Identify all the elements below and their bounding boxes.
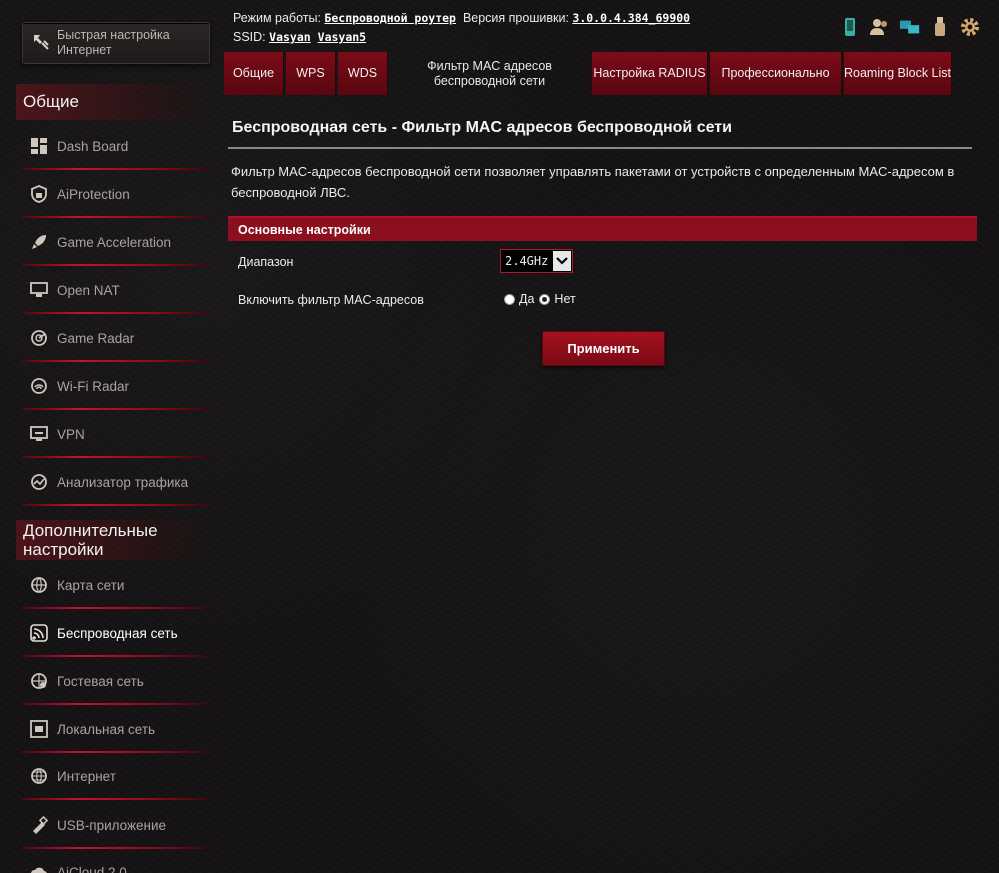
operation-mode-link[interactable]: Беспроводной роутер	[324, 11, 456, 25]
header-info: Режим работы: Беспроводной роутер Версия…	[233, 9, 690, 47]
band-select-value: 2.4GHz	[505, 254, 549, 268]
guest-network-icon	[28, 670, 50, 692]
radio-no[interactable]	[539, 293, 551, 305]
operation-mode-label: Режим работы:	[233, 11, 321, 25]
title-divider	[228, 147, 972, 149]
mac-filter-label: Включить фильтр MAC-адресов	[238, 293, 424, 307]
open-nat-icon	[28, 279, 50, 301]
cloud-icon	[28, 861, 50, 873]
radio-yes[interactable]	[504, 293, 515, 305]
sidebar-item-game-radar[interactable]: Game Radar	[22, 318, 210, 362]
tab-mac-filter[interactable]: Фильтр MAC адресов беспроводной сети	[390, 52, 590, 95]
status-icons	[839, 16, 981, 38]
network-status-icon[interactable]	[899, 16, 921, 38]
sidebar-item-label: VPN	[57, 426, 85, 442]
sidebar-item-internet[interactable]: Интернет	[22, 756, 210, 800]
wireless-icon	[28, 622, 50, 644]
general-section-title: Общие	[16, 84, 208, 120]
sidebar-item-guest-network[interactable]: Гостевая сеть	[22, 661, 210, 705]
firmware-label: Версия прошивки:	[462, 11, 569, 25]
globe-icon	[28, 765, 50, 787]
quick-setup-icon	[31, 32, 51, 54]
rocket-icon	[28, 231, 50, 253]
ssid-link-1[interactable]: Vasyan	[269, 30, 311, 44]
sidebar-item-game-acceleration[interactable]: Game Acceleration	[22, 222, 210, 266]
dashboard-icon	[28, 135, 50, 157]
ssid-link-2[interactable]: Vasyan5	[318, 30, 366, 44]
sidebar-item-label: Беспроводная сеть	[57, 625, 178, 641]
radio-no-label: Нет	[554, 292, 576, 306]
network-map-icon	[28, 574, 50, 596]
band-label: Диапазон	[238, 255, 294, 269]
tab-wps[interactable]: WPS	[286, 52, 336, 95]
firmware-version-link[interactable]: 3.0.0.4.384_69900	[572, 11, 690, 25]
ssid-label: SSID:	[233, 30, 266, 44]
sidebar-item-label: AiCloud 2.0	[57, 864, 127, 873]
sidebar-item-open-nat[interactable]: Open NAT	[22, 270, 210, 314]
page-title: Беспроводная сеть - Фильтр MAC адресов б…	[232, 119, 732, 136]
sidebar-item-label: USB-приложение	[57, 817, 167, 833]
sidebar-item-traffic-analyzer[interactable]: Анализатор трафика	[22, 462, 210, 506]
tab-roaming-block-list[interactable]: Roaming Block List	[844, 52, 952, 95]
tab-radius[interactable]: Настройка RADIUS	[592, 52, 708, 95]
page-description: Фильтр MAC-адресов беспроводной сети поз…	[231, 164, 955, 200]
chevron-down-icon	[553, 251, 571, 271]
quick-setup-label: Быстрая настройка Интернет	[57, 28, 170, 57]
sidebar-item-lan[interactable]: Локальная сеть	[22, 709, 210, 753]
app-icon[interactable]	[839, 16, 861, 38]
vpn-icon	[28, 423, 50, 445]
sidebar-item-label: Гостевая сеть	[57, 673, 144, 689]
shield-lock-icon	[28, 183, 50, 205]
usb-status-icon[interactable]	[929, 16, 951, 38]
lan-icon	[28, 718, 50, 740]
band-select[interactable]: 2.4GHz	[500, 249, 573, 273]
tab-wds[interactable]: WDS	[338, 52, 388, 95]
sidebar-item-label: Анализатор трафика	[57, 474, 189, 490]
sidebar-item-aiprotection[interactable]: AiProtection	[22, 174, 210, 218]
quick-internet-setup-button[interactable]: Быстрая настройка Интернет	[22, 22, 210, 64]
settings-gear-icon[interactable]	[959, 16, 981, 38]
wifi-radar-icon	[28, 375, 50, 397]
traffic-analyzer-icon	[28, 471, 50, 493]
sidebar-item-label: Game Radar	[57, 330, 135, 346]
sidebar-item-wifi-radar[interactable]: Wi-Fi Radar	[22, 366, 210, 410]
sidebar-item-label: Dash Board	[57, 138, 129, 154]
radio-yes-label: Да	[519, 292, 535, 306]
usb-icon	[28, 814, 50, 836]
basic-settings-header: Основные настройки	[228, 216, 977, 241]
sidebar-item-usb-application[interactable]: USB-приложение	[22, 805, 210, 849]
sidebar-item-dashboard[interactable]: Dash Board	[22, 126, 210, 170]
sidebar-item-label: Интернет	[57, 768, 116, 784]
apply-button[interactable]: Применить	[542, 331, 665, 366]
sidebar-item-label: Wi-Fi Radar	[57, 378, 130, 394]
sidebar-item-label: Карта сети	[57, 577, 125, 593]
radar-icon	[28, 327, 50, 349]
sidebar-item-label: Open NAT	[57, 282, 120, 298]
sidebar: Быстрая настройка Интернет Общие Dash Bo…	[0, 0, 222, 873]
sidebar-item-network-map[interactable]: Карта сети	[22, 565, 210, 609]
users-icon[interactable]	[869, 16, 891, 38]
sidebar-item-label: Локальная сеть	[57, 721, 156, 737]
sidebar-item-aicloud[interactable]: AiCloud 2.0	[22, 852, 210, 873]
tab-general[interactable]: Общие	[224, 52, 284, 95]
sidebar-item-label: Game Acceleration	[57, 234, 172, 250]
sidebar-item-wireless[interactable]: Беспроводная сеть	[22, 613, 210, 657]
advanced-section-title: Дополнительные настройки	[16, 520, 208, 560]
tab-professional[interactable]: Профессионально	[710, 52, 842, 95]
mac-filter-radio-group: Да Нет	[504, 292, 581, 306]
sidebar-item-vpn[interactable]: VPN	[22, 414, 210, 458]
sidebar-item-label: AiProtection	[57, 186, 130, 202]
